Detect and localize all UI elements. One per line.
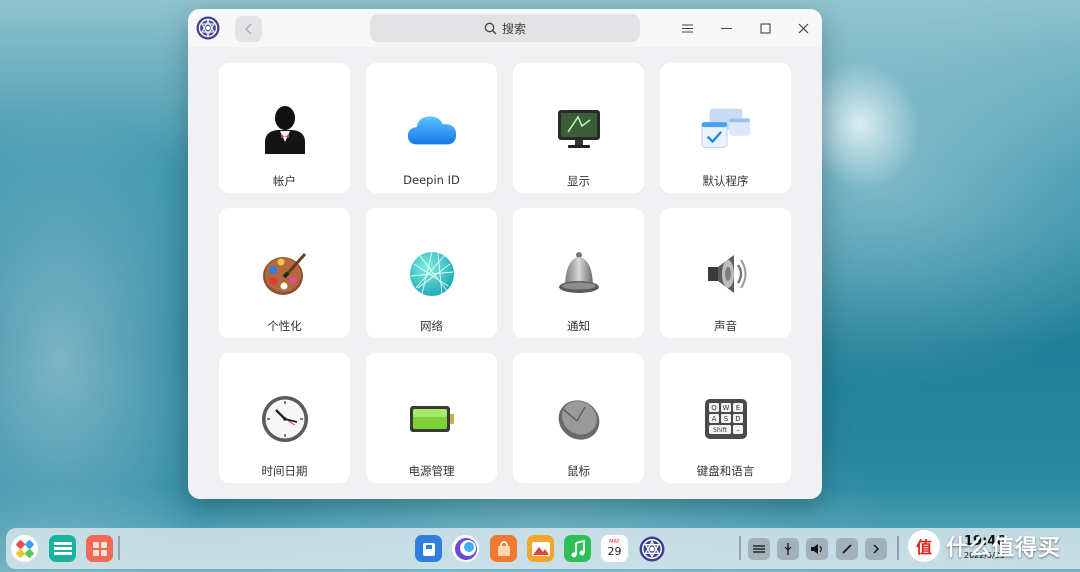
tray-usb[interactable] [777, 538, 799, 560]
module-label: 电源管理 [408, 464, 455, 478]
search-icon [484, 22, 497, 34]
settings-module-grid: 帐户 Deepin ID 显示 默认程序 个性化 网络 通知 声音 时间日期 电… [219, 63, 791, 483]
minimize-icon [720, 27, 732, 29]
module-card-datetime[interactable]: 时间日期 [219, 353, 350, 483]
watermark: 值 什么值得买 [908, 529, 1078, 563]
volume-icon [811, 544, 822, 554]
module-card-network[interactable]: 网络 [366, 208, 497, 338]
account-icon [259, 103, 311, 155]
module-card-personalization[interactable]: 个性化 [219, 208, 350, 338]
module-card-display[interactable]: 显示 [513, 63, 644, 193]
module-card-mouse[interactable]: 鼠标 [513, 353, 644, 483]
screenshot-pen-icon [842, 544, 852, 554]
module-label: 显示 [567, 174, 590, 188]
chevron-left-icon [244, 23, 251, 35]
dock-separator [118, 536, 120, 560]
watermark-badge: 值 [908, 530, 940, 562]
module-label: 时间日期 [261, 464, 308, 478]
maximize-button[interactable] [752, 15, 778, 41]
multitask-view-icon [53, 541, 72, 555]
module-label: 声音 [714, 319, 737, 333]
module-label: 通知 [567, 319, 590, 333]
control-center-icon [639, 536, 664, 561]
module-card-notification[interactable]: 通知 [513, 208, 644, 338]
dock-app-control-center[interactable] [638, 535, 665, 562]
speaker-icon [700, 248, 752, 300]
app-logo-icon[interactable] [196, 16, 220, 40]
module-card-account[interactable]: 帐户 [219, 63, 350, 193]
svg-text:S: S [724, 415, 729, 423]
module-card-default-apps[interactable]: 默认程序 [660, 63, 791, 193]
clock-icon [259, 393, 311, 445]
dock-app-music[interactable] [564, 535, 591, 562]
module-card-deepin-id[interactable]: Deepin ID [366, 63, 497, 193]
svg-text:W: W [723, 404, 730, 412]
svg-text:–: – [736, 426, 740, 434]
svg-text:E: E [736, 404, 740, 412]
svg-text:D: D [735, 415, 740, 423]
mouse-icon [553, 393, 605, 445]
svg-text:A: A [712, 415, 717, 423]
dock-app-calendar[interactable]: MAY 29 [601, 535, 628, 562]
menu-button[interactable] [674, 15, 700, 41]
file-manager-icon [422, 542, 435, 556]
module-label: 个性化 [267, 319, 302, 333]
close-button[interactable] [790, 15, 816, 41]
workspace-icon [92, 541, 107, 556]
launcher-icon [15, 539, 34, 558]
module-label: 帐户 [273, 174, 296, 188]
dock-separator [897, 536, 899, 560]
module-card-keyboard[interactable]: QWE ASD Shift – 键盘和语言 [660, 353, 791, 483]
svg-text:Q: Q [711, 404, 717, 412]
tray-screenshot[interactable] [836, 538, 858, 560]
module-card-sound[interactable]: 声音 [660, 208, 791, 338]
image-viewer-icon [531, 541, 550, 556]
usb-icon [784, 543, 792, 555]
bell-icon [553, 248, 605, 300]
list-icon [753, 545, 765, 553]
close-icon [798, 23, 808, 33]
cloud-icon [406, 103, 458, 155]
app-store-icon [497, 540, 510, 556]
titlebar: 搜索 [188, 9, 822, 47]
module-label: Deepin ID [403, 173, 460, 187]
multitask-view-button[interactable] [49, 535, 76, 562]
svg-text:Shift: Shift [713, 427, 727, 434]
back-button[interactable] [235, 16, 262, 42]
module-card-power[interactable]: 电源管理 [366, 353, 497, 483]
minimize-button[interactable] [713, 15, 739, 41]
hamburger-icon [681, 24, 693, 32]
control-center-window: 搜索 帐户 Deepin ID 显示 默认程序 个性化 网络 通知 声音 时间日… [188, 9, 822, 499]
module-label: 网络 [420, 319, 443, 333]
dock-separator [739, 536, 741, 560]
default-apps-icon [700, 103, 752, 155]
dock-app-store[interactable] [490, 535, 517, 562]
workspace-button[interactable] [86, 535, 113, 562]
keyboard-icon: QWE ASD Shift – [700, 393, 752, 445]
launcher-button[interactable] [11, 535, 38, 562]
module-label: 键盘和语言 [696, 464, 755, 478]
dock-app-browser[interactable] [452, 535, 479, 562]
dock-app-file-manager[interactable] [415, 535, 442, 562]
battery-icon [406, 393, 458, 445]
dock-app-image-viewer[interactable] [527, 535, 554, 562]
module-label: 默认程序 [702, 174, 749, 188]
browser-icon [454, 537, 477, 560]
maximize-icon [759, 22, 771, 34]
search-input[interactable]: 搜索 [370, 14, 640, 42]
module-label: 鼠标 [567, 464, 590, 478]
calendar-day: 29 [607, 545, 622, 558]
display-icon [553, 103, 605, 155]
search-placeholder: 搜索 [501, 21, 526, 36]
tray-notification-center[interactable] [748, 538, 770, 560]
chevron-right-icon [873, 544, 879, 554]
palette-icon [259, 248, 311, 300]
music-note-icon [571, 539, 585, 557]
watermark-text: 什么值得买 [946, 536, 1062, 561]
tray-volume[interactable] [806, 538, 828, 560]
tray-expand[interactable] [865, 538, 887, 560]
network-globe-icon [406, 248, 458, 300]
